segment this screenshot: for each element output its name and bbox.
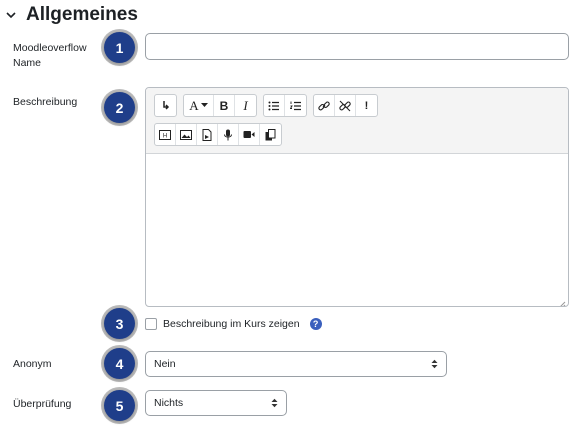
show-description-checkbox[interactable] bbox=[145, 318, 157, 330]
manage-files-icon[interactable] bbox=[260, 124, 281, 145]
ordered-list-icon[interactable] bbox=[285, 95, 306, 116]
name-label: Moodleoverflow Name bbox=[13, 41, 87, 71]
section-title: Allgemeines bbox=[26, 4, 138, 25]
toolbar-group-format: A B I bbox=[183, 94, 257, 117]
show-description-label[interactable]: Beschreibung im Kurs zeigen bbox=[163, 318, 300, 330]
image-icon[interactable] bbox=[176, 124, 197, 145]
select-updown-icon bbox=[431, 359, 438, 369]
chevron-down-icon[interactable] bbox=[4, 8, 18, 22]
link-icon[interactable] bbox=[314, 95, 335, 116]
resize-handle-icon[interactable] bbox=[558, 296, 566, 306]
unordered-list-icon[interactable] bbox=[264, 95, 285, 116]
name-label-line1: Moodleoverflow bbox=[13, 42, 87, 54]
font-color-icon[interactable]: A bbox=[184, 95, 214, 116]
anonym-select-value: Nein bbox=[154, 358, 176, 370]
name-input[interactable] bbox=[145, 33, 569, 60]
show-description-row: Beschreibung im Kurs zeigen ? bbox=[145, 318, 322, 330]
toolbar-group-media: H bbox=[154, 123, 282, 146]
bold-label: B bbox=[219, 98, 229, 113]
italic-icon[interactable]: I bbox=[235, 95, 256, 116]
toolbar-group-lists bbox=[263, 94, 307, 117]
toolbar-group-links: ! bbox=[313, 94, 378, 117]
font-color-label: A bbox=[189, 97, 199, 113]
review-select-value: Nichts bbox=[154, 397, 184, 409]
anonym-label: Anonym bbox=[13, 358, 52, 370]
description-label: Beschreibung bbox=[13, 96, 78, 108]
help-icon[interactable]: ? bbox=[309, 318, 322, 330]
review-select[interactable]: Nichts bbox=[145, 390, 287, 416]
collapse-icon[interactable] bbox=[155, 95, 176, 116]
editor-toolbar: A B I ! H bbox=[146, 88, 568, 154]
bold-icon[interactable]: B bbox=[214, 95, 235, 116]
review-label: Überprüfung bbox=[13, 398, 72, 410]
record-video-icon[interactable] bbox=[239, 124, 260, 145]
italic-label: I bbox=[243, 97, 248, 113]
unlink-icon[interactable] bbox=[335, 95, 356, 116]
step-badge-5: 5 bbox=[104, 390, 135, 421]
description-editor[interactable]: A B I ! H bbox=[145, 87, 569, 307]
svg-text:H: H bbox=[163, 133, 167, 139]
step-badge-2: 2 bbox=[104, 92, 135, 123]
record-audio-icon[interactable] bbox=[218, 124, 239, 145]
step-badge-3: 3 bbox=[104, 308, 135, 339]
media-icon[interactable] bbox=[197, 124, 218, 145]
toolbar-row-2: H bbox=[154, 123, 562, 146]
emoji-label: ! bbox=[364, 99, 369, 112]
section-header[interactable]: Allgemeines bbox=[4, 4, 138, 26]
step-badge-4: 4 bbox=[104, 348, 135, 379]
select-updown-icon bbox=[271, 398, 278, 408]
toolbar-row-1: A B I ! bbox=[154, 94, 562, 117]
h5p-icon[interactable]: H bbox=[155, 124, 176, 145]
anonym-select[interactable]: Nein bbox=[145, 351, 447, 377]
name-label-line2: Name bbox=[13, 57, 42, 69]
step-badge-1: 1 bbox=[104, 32, 135, 63]
toolbar-group-collapse bbox=[154, 94, 177, 117]
emoji-icon[interactable]: ! bbox=[356, 95, 377, 116]
